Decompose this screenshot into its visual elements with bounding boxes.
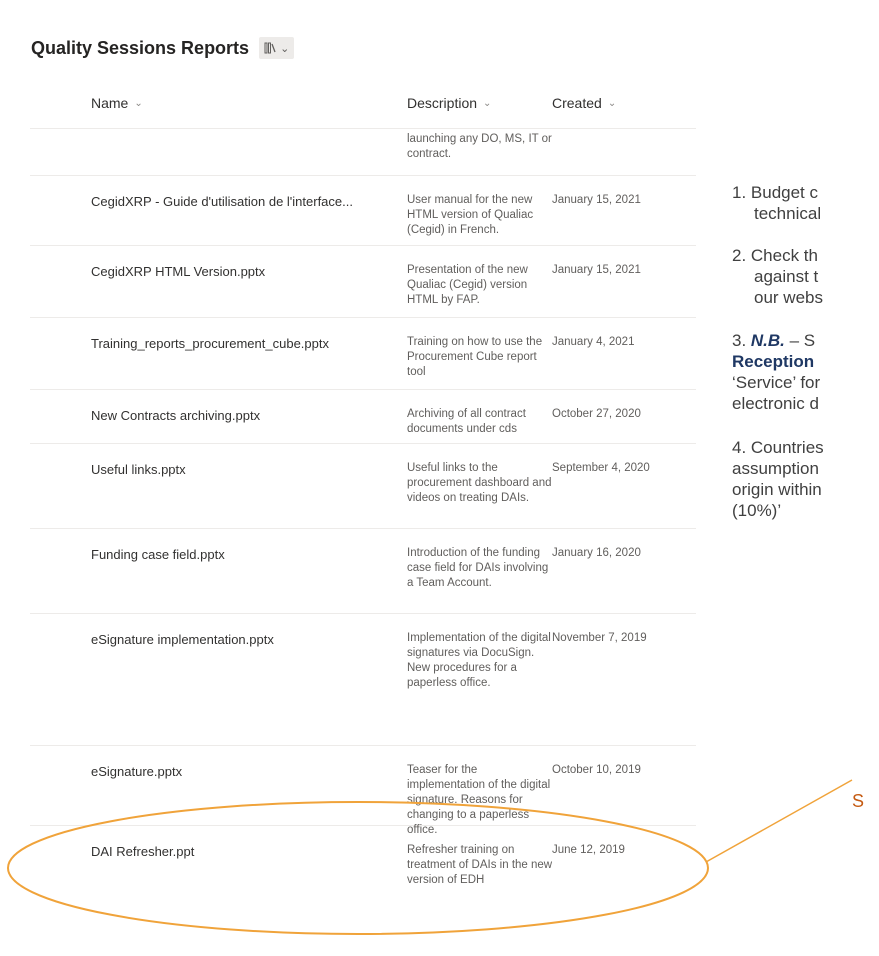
table-row[interactable]: launching any DO, MS, IT or contract.: [30, 129, 696, 176]
row-name[interactable]: eSignature.pptx: [91, 764, 182, 779]
slide-item-3-line3: ‘Service’ for: [732, 373, 821, 392]
slide-item-1-line2: technical: [754, 204, 822, 223]
slide-item-3-number: 3.: [732, 331, 751, 350]
table-row[interactable]: eSignature.pptx Teaser for the implement…: [30, 746, 696, 836]
view-switcher[interactable]: ⌄: [259, 37, 295, 59]
row-name[interactable]: Training_reports_procurement_cube.pptx: [91, 336, 329, 351]
chevron-down-icon: ⌄: [607, 97, 617, 109]
column-header-description-label: Description: [407, 95, 478, 111]
slide-item-3-line1: 3. N.B. – S: [732, 330, 820, 351]
row-created: June 12, 2019: [552, 844, 625, 856]
column-header-description[interactable]: Description ⌄: [407, 95, 491, 111]
row-name[interactable]: DAI Refresher.ppt: [91, 844, 194, 859]
slide-item-4: 4. Countries assumption origin within (1…: [732, 437, 824, 521]
row-created: October 27, 2020: [552, 408, 641, 420]
row-name[interactable]: CegidXRP - Guide d'utilisation de l'inte…: [91, 194, 353, 209]
library-view-icon: [264, 42, 276, 54]
slide-item-2: 2. Check th against t our webs: [732, 245, 823, 308]
row-description: User manual for the new HTML version of …: [407, 194, 534, 236]
row-created: January 15, 2021: [552, 194, 641, 206]
slide-item-3-dash: – S: [784, 331, 816, 350]
row-description: launching any DO, MS, IT or contract.: [407, 133, 552, 160]
row-created: November 7, 2019: [552, 632, 647, 644]
row-description: Introduction of the funding case field f…: [407, 547, 549, 589]
row-description: Archiving of all contract documents unde…: [407, 408, 526, 435]
table-row[interactable]: CegidXRP - Guide d'utilisation de l'inte…: [30, 176, 696, 246]
row-name[interactable]: CegidXRP HTML Version.pptx: [91, 264, 265, 279]
row-description: Training on how to use the Procurement C…: [407, 336, 543, 378]
row-description: Useful links to the procurement dashboar…: [407, 462, 552, 504]
column-header-name-label: Name: [91, 95, 129, 111]
column-header-created-label: Created: [552, 95, 602, 111]
slide-item-3-line4: electronic d: [732, 394, 819, 413]
slide-partial-label: S: [852, 791, 865, 811]
row-created: January 15, 2021: [552, 264, 641, 276]
table-row[interactable]: New Contracts archiving.pptx Archiving o…: [30, 390, 696, 444]
slide-item-1-line1: 1. Budget c: [732, 183, 819, 202]
row-description: Presentation of the new Qualiac (Cegid) …: [407, 264, 528, 306]
slide-item-1: 1. Budget c technical: [732, 182, 821, 224]
slide-item-4-line4: (10%)’: [732, 501, 782, 520]
row-name[interactable]: New Contracts archiving.pptx: [91, 408, 260, 423]
table-row[interactable]: eSignature implementation.pptx Implement…: [30, 614, 696, 746]
slide-item-2-line2: against t: [754, 267, 819, 286]
row-created: October 10, 2019: [552, 764, 641, 776]
row-name[interactable]: Useful links.pptx: [91, 462, 186, 477]
slide-item-2-line1: 2. Check th: [732, 246, 818, 265]
slide-item-4-line2: assumption: [732, 459, 819, 478]
slide-item-4-line3: origin within: [732, 480, 822, 499]
slide-item-3: 3. N.B. – S Reception ‘Service’ for elec…: [732, 330, 820, 414]
table-row[interactable]: Funding case field.pptx Introduction of …: [30, 529, 696, 614]
slide-item-3-nb: N.B.: [750, 331, 785, 350]
row-description: Refresher training on treatment of DAIs …: [407, 844, 553, 886]
table-row[interactable]: DAI Refresher.ppt Refresher training on …: [30, 826, 696, 936]
library-title: Quality Sessions Reports: [31, 37, 250, 58]
chevron-down-icon: ⌄: [483, 97, 492, 109]
slide-item-4-line1: 4. Countries: [732, 438, 824, 457]
chevron-down-icon: ⌄: [134, 97, 143, 109]
row-name[interactable]: Funding case field.pptx: [91, 547, 225, 562]
row-name[interactable]: eSignature implementation.pptx: [91, 632, 274, 647]
callout-line: [705, 779, 853, 863]
column-header-name[interactable]: Name ⌄: [91, 95, 143, 111]
table-row[interactable]: Useful links.pptx Useful links to the pr…: [30, 444, 696, 529]
row-created: September 4, 2020: [552, 462, 650, 474]
slide-item-3-line2: Reception: [732, 352, 815, 371]
table-row[interactable]: Training_reports_procurement_cube.pptx T…: [30, 318, 696, 390]
slide-item-2-line3: our webs: [754, 288, 823, 307]
column-header-created[interactable]: Created ⌄: [552, 95, 616, 111]
row-created: January 4, 2021: [552, 336, 635, 348]
chevron-down-icon: ⌄: [280, 42, 290, 55]
table-row[interactable]: CegidXRP HTML Version.pptx Presentation …: [30, 246, 696, 318]
row-created: January 16, 2020: [552, 547, 641, 559]
row-description: Implementation of the digital signatures…: [407, 632, 551, 689]
library-title-bar: Quality Sessions Reports ⌄: [31, 37, 295, 59]
